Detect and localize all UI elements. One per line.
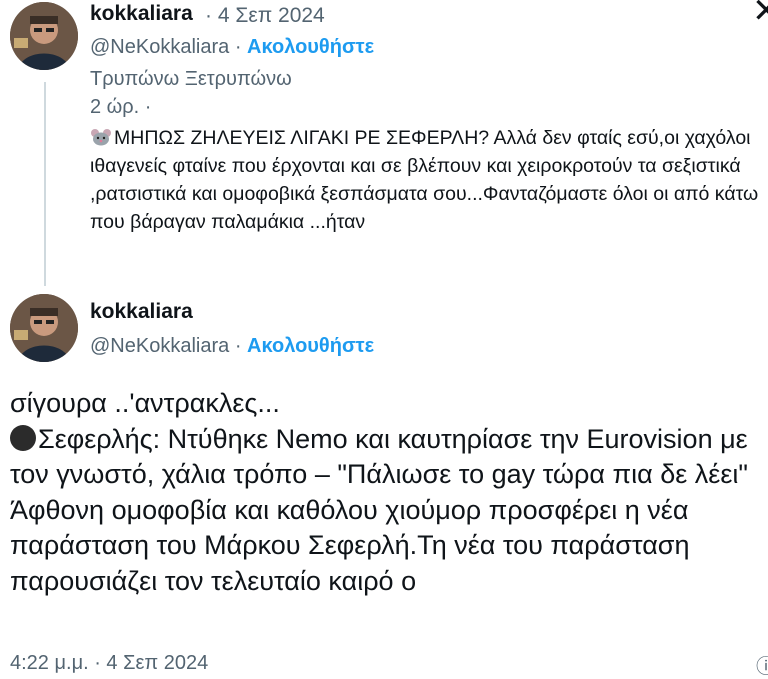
quoted-author-name: Τρυπώνω Ξετρυπώνω [90, 68, 292, 90]
tweet-line: σίγουρα ..'αντρακλες... [10, 388, 280, 418]
avatar[interactable] [10, 2, 78, 70]
thread-line [44, 82, 46, 286]
separator: · [234, 335, 242, 357]
display-name[interactable]: kokkaliara [90, 300, 193, 324]
quoted-text: ΜΗΠΩΣ ΖΗΛΕΥΕΙΣ ΛΙΓΑΚΙ ΡΕ ΣΕΦΕΡΛΗ? Αλλά δ… [90, 124, 768, 236]
tweet-line: Σεφερλής: Ντύθηκε Nemo και καυτηρίασε τη… [10, 422, 768, 493]
tweet-line-text: Σεφερλής: Ντύθηκε Nemo και καυτηρίασε τη… [10, 423, 748, 490]
handle[interactable]: @NeKokkaliara [90, 36, 229, 58]
quoted-time: 2 ώρ. · [90, 96, 152, 118]
display-name[interactable]: kokkaliara [90, 2, 193, 26]
black-circle-icon [10, 424, 36, 451]
follow-button[interactable]: Ακολουθήστε [247, 36, 374, 58]
info-icon[interactable]: ⓘ [756, 650, 768, 679]
handle-row: @NeKokkaliara · Ακολουθήστε [90, 36, 374, 59]
handle[interactable]: @NeKokkaliara [90, 335, 229, 357]
quoted-body: ΜΗΠΩΣ ΖΗΛΕΥΕΙΣ ΛΙΓΑΚΙ ΡΕ ΣΕΦΕΡΛΗ? Αλλά δ… [90, 127, 759, 233]
separator: · [205, 4, 212, 27]
tweet-date[interactable]: · 4 Σεπ 2024 [205, 4, 325, 28]
tweet-body: σίγουρα ..'αντρακλες... Σεφερλής: Ντύθηκ… [10, 386, 768, 599]
avatar[interactable] [10, 294, 78, 362]
mouse-icon [91, 129, 111, 146]
tweet-line: Άφθονη ομοφοβία και καθόλου χιούμορ προσ… [10, 494, 690, 596]
date-text: 4 Σεπ 2024 [217, 4, 325, 27]
separator: · [234, 36, 242, 58]
follow-button[interactable]: Ακολουθήστε [247, 335, 374, 357]
tweet-timestamp[interactable]: 4:22 μ.μ. · 4 Σεπ 2024 [10, 652, 208, 675]
handle-row: @NeKokkaliara · Ακολουθήστε [90, 335, 374, 358]
close-icon[interactable]: ✕ [752, 0, 768, 28]
